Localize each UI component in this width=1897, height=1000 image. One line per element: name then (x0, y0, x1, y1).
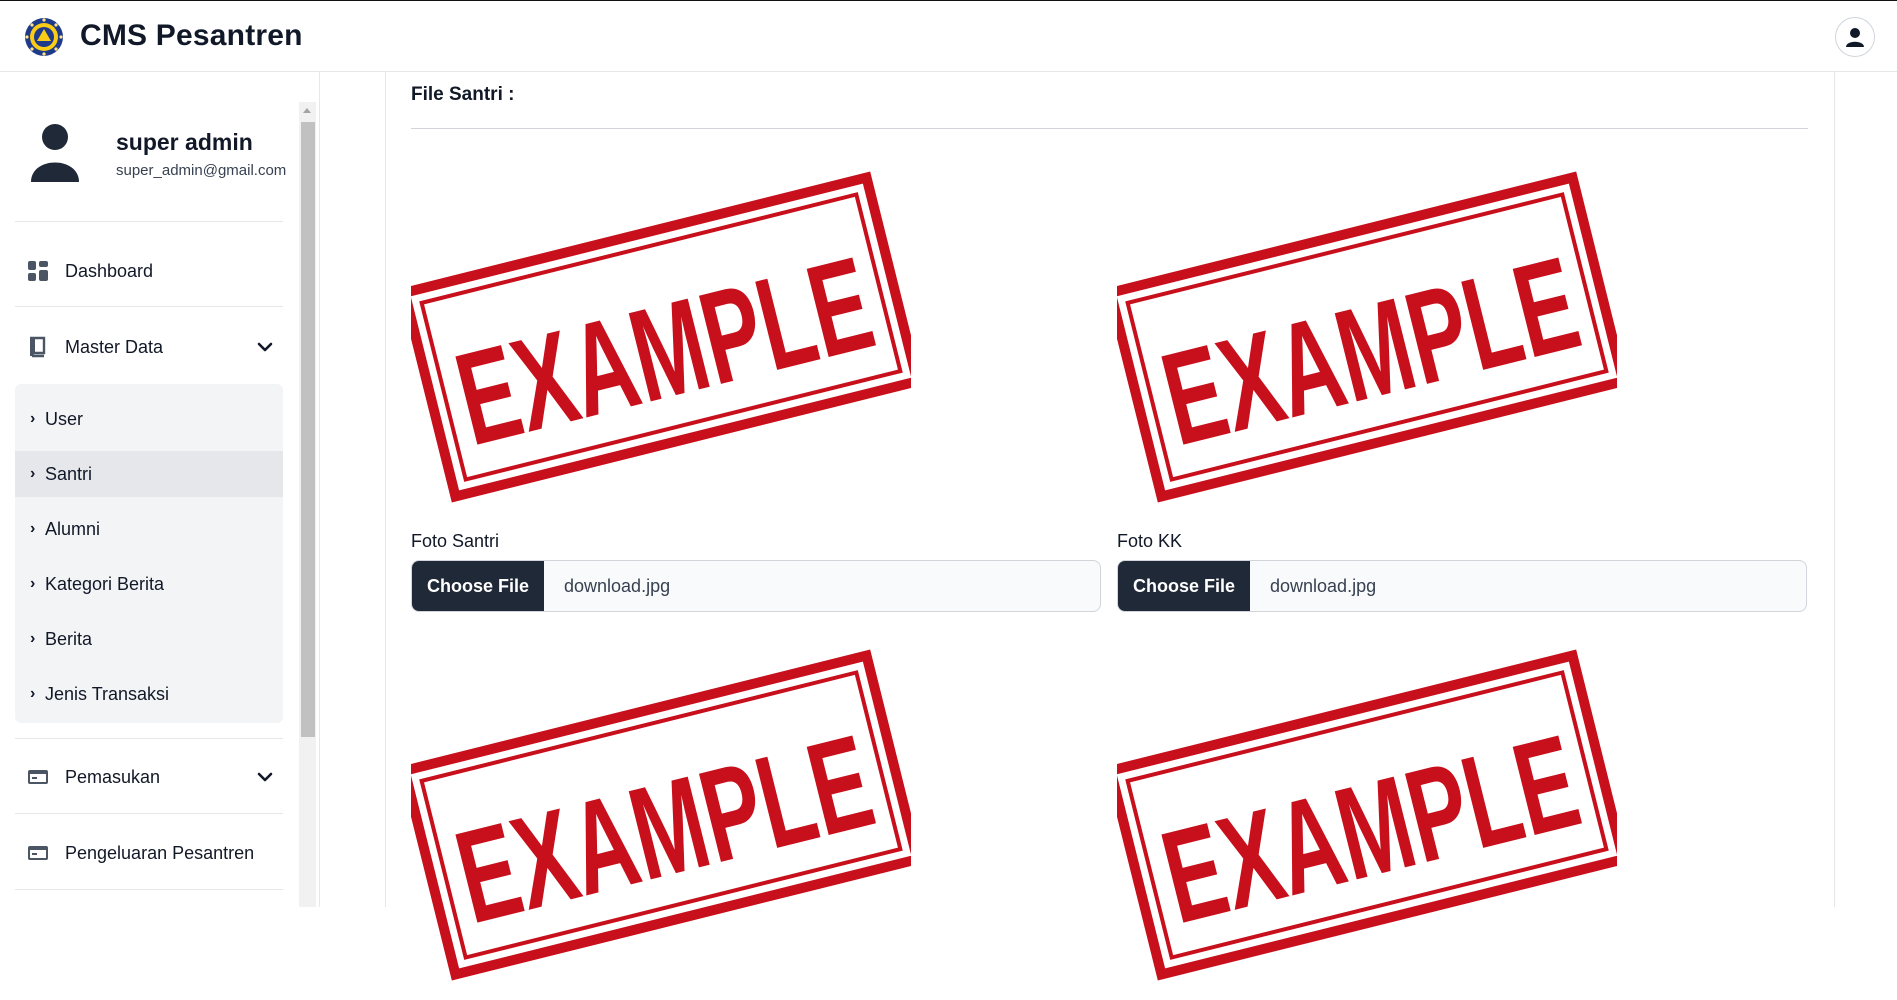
main-content: File Santri : EXAMPLE Foto Santri Choose… (321, 72, 1897, 981)
example-image: EXAMPLE (1117, 171, 1617, 503)
file-field-4: EXAMPLE (1117, 630, 1807, 981)
top-navbar: CMS Pesantren (0, 0, 1897, 72)
example-image: EXAMPLE (411, 649, 911, 981)
master-data-submenu: › User › Santri › Alumni › Kategori Beri… (15, 384, 283, 723)
divider (15, 738, 283, 739)
submenu-item-label: Alumni (45, 518, 101, 539)
profile-email: super_admin@gmail.com (116, 162, 287, 179)
divider (411, 128, 1808, 129)
user-menu-button[interactable] (1835, 17, 1875, 57)
example-image: EXAMPLE (1117, 649, 1617, 981)
sidebar-item-pengeluaran-pesantren[interactable]: Pengeluaran Pesantren (15, 828, 283, 878)
submenu-item-label: Santri (45, 463, 93, 484)
app-title[interactable]: CMS Pesantren (80, 19, 303, 53)
divider (15, 813, 283, 814)
santri-form-card: File Santri : EXAMPLE Foto Santri Choose… (385, 72, 1835, 981)
chevron-right-icon: › (30, 520, 36, 537)
sidebar-item-label: Master Data (65, 336, 164, 357)
submenu-item-santri[interactable]: › Santri (15, 451, 283, 497)
scrollbar-thumb[interactable] (301, 122, 315, 737)
sidebar-item-master-data[interactable]: Master Data (15, 322, 283, 372)
chevron-right-icon: › (30, 410, 36, 427)
example-image: EXAMPLE (411, 171, 911, 503)
submenu-item-label: Jenis Transaksi (45, 683, 170, 704)
sidebar-item-label: Pemasukan (65, 766, 161, 787)
file-name: download.jpg (1270, 575, 1377, 596)
file-input-foto-kk[interactable]: Choose File download.jpg (1117, 560, 1807, 612)
scroll-up-arrow-icon[interactable] (303, 108, 311, 113)
sidebar-item-pemasukan[interactable]: Pemasukan (15, 752, 283, 802)
sidebar: super admin super_admin@gmail.com Dashbo… (0, 72, 320, 907)
chevron-right-icon: › (30, 465, 36, 482)
submenu-item-alumni[interactable]: › Alumni (15, 506, 283, 552)
sidebar-item-dashboard[interactable]: Dashboard (15, 246, 283, 296)
credit-card-icon (28, 846, 48, 860)
chevron-right-icon: › (30, 685, 36, 702)
credit-card-icon (28, 770, 48, 784)
chevron-down-icon[interactable] (255, 337, 275, 357)
file-label: Foto KK (1117, 531, 1183, 551)
book-icon (30, 336, 46, 358)
file-field-3: EXAMPLE (411, 630, 1101, 981)
chevron-right-icon: › (30, 630, 36, 647)
submenu-item-label: Kategori Berita (45, 573, 165, 594)
file-field-foto-santri: EXAMPLE Foto Santri Choose File download… (411, 152, 1101, 692)
submenu-item-jenis-transaksi[interactable]: › Jenis Transaksi (15, 671, 283, 717)
profile-name: super admin (116, 129, 253, 155)
chevron-down-icon[interactable] (255, 767, 275, 787)
choose-file-button[interactable]: Choose File (1118, 561, 1250, 611)
file-field-foto-kk: EXAMPLE Foto KK Choose File download.jpg (1117, 152, 1807, 692)
avatar (31, 124, 79, 182)
user-icon (1846, 28, 1864, 47)
section-title: File Santri : (411, 84, 515, 105)
pesantren-logo-icon[interactable] (24, 17, 64, 57)
submenu-item-label: Berita (45, 628, 93, 649)
user-profile: super admin super_admin@gmail.com (15, 122, 287, 212)
submenu-item-berita[interactable]: › Berita (15, 616, 283, 662)
divider (15, 889, 283, 890)
submenu-item-label: User (45, 408, 84, 429)
submenu-item-user[interactable]: › User (15, 396, 283, 442)
divider (15, 221, 283, 222)
file-name: download.jpg (564, 575, 671, 596)
sidebar-item-label: Pengeluaran Pesantren (65, 842, 255, 863)
sidebar-item-label: Dashboard (65, 260, 154, 281)
choose-file-button[interactable]: Choose File (412, 561, 544, 611)
dashboard-icon (28, 261, 48, 281)
file-input-foto-santri[interactable]: Choose File download.jpg (411, 560, 1101, 612)
chevron-right-icon: › (30, 575, 36, 592)
file-label: Foto Santri (411, 531, 500, 551)
divider (15, 306, 283, 307)
submenu-item-kategori-berita[interactable]: › Kategori Berita (15, 561, 283, 607)
